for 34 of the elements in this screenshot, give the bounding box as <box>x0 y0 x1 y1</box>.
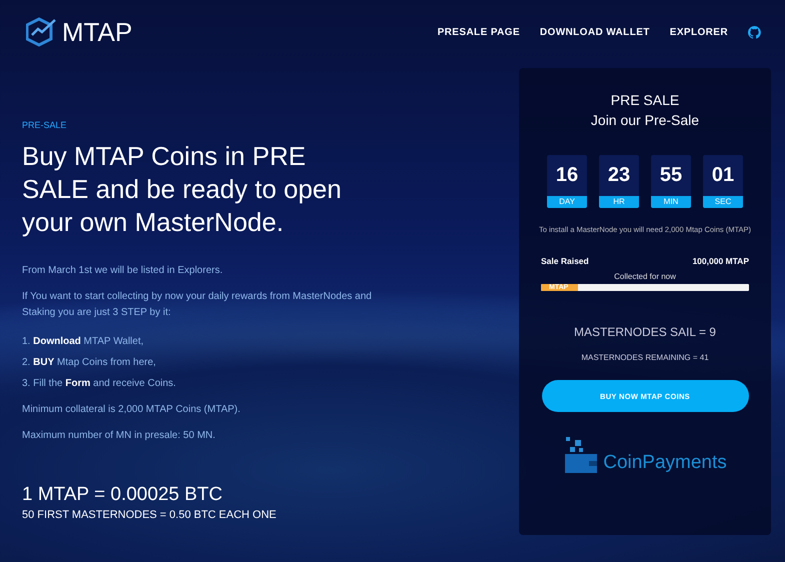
raised-label: Sale Raised <box>541 256 589 266</box>
progress-caption: Collected for now <box>614 272 676 281</box>
intro-paragraph: If You want to start collecting by now your daily rewards from MasterNodes and Staking you are just 3 STEP by it: <box>22 290 373 320</box>
payments-logo-text: CoinPayments <box>603 452 727 474</box>
countdown-unit: HR <box>599 196 639 208</box>
sold-count: MASTERNODES SAIL = 9 <box>574 325 716 339</box>
github-icon[interactable] <box>748 26 761 38</box>
countdown-value: 16 <box>554 163 580 188</box>
raised-value: 100,000 MTAP <box>692 256 749 266</box>
countdown-unit: MIN <box>651 196 691 208</box>
intro-paragraph: From March 1st we will be listed in Explorers. <box>22 264 224 278</box>
info-text: Maximum number of MN in presale: 50 MN. <box>22 429 216 443</box>
card-subtitle: Join our Pre-Sale <box>590 111 700 130</box>
nav-link[interactable]: PRESALE PAGE <box>437 26 520 38</box>
step-item: 2. BUY Mtap Coins from here, <box>22 356 157 370</box>
logo-text: MTAP <box>62 16 132 48</box>
countdown-unit: DAY <box>547 196 587 208</box>
nav-link[interactable]: DOWNLOAD WALLET <box>540 26 650 38</box>
price-text: 1 MTAP = 0.00025 BTC <box>22 484 224 506</box>
nav-link[interactable]: EXPLORER <box>670 26 728 38</box>
hero-title: Buy MTAP Coins in PRE SALE and be ready to open your own MasterNode. <box>22 140 342 239</box>
wallet-icon <box>563 434 600 474</box>
offer-text: 50 FIRST MASTERNODES = 0.50 BTC EACH ONE <box>22 509 278 521</box>
step-item: 3. Fill the Form and receive Coins. <box>22 377 177 391</box>
card-title: PRE SALE <box>610 91 680 110</box>
info-text: Minimum collateral is 2,000 MTAP Coins (MTAP). <box>22 403 242 417</box>
remaining-count: MASTERNODES REMAINING = 41 <box>581 353 709 362</box>
countdown-unit: SEC <box>703 196 743 208</box>
countdown-value: 01 <box>710 163 736 188</box>
step-item: 1. Download MTAP Wallet, <box>22 335 145 349</box>
countdown-value: 55 <box>658 163 684 188</box>
logo-icon <box>26 17 58 47</box>
countdown-value: 23 <box>606 163 632 188</box>
eyebrow-label: PRE-SALE <box>22 120 68 130</box>
